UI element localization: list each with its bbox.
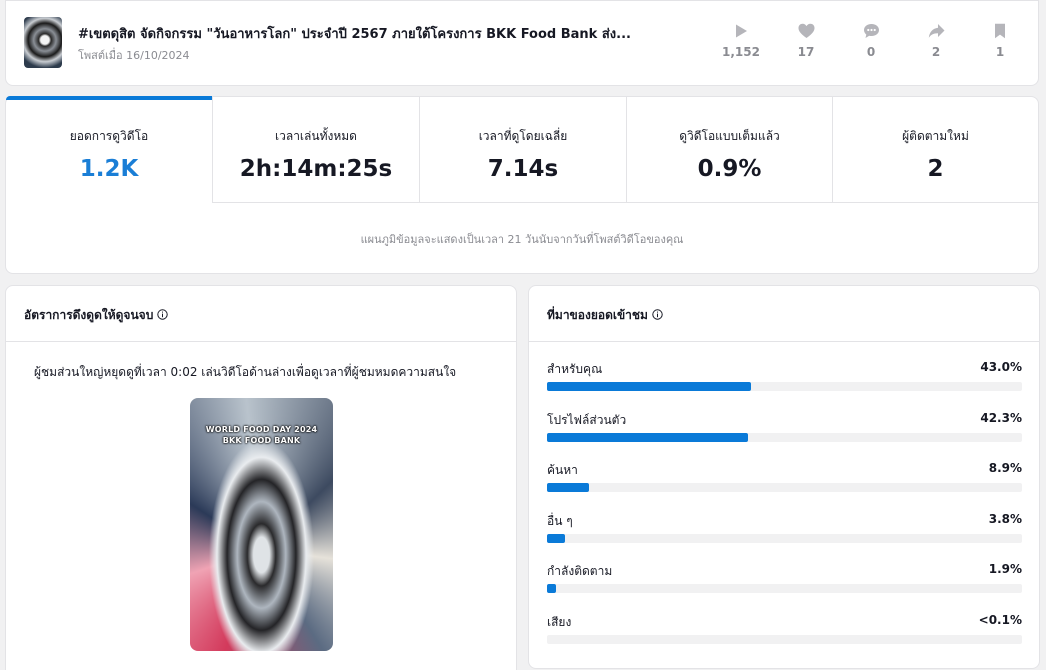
metrics-card: ยอดการดูวิดีโอ 1.2K เวลาเล่นทั้งหมด 2h:1… [5, 96, 1039, 274]
metric-value: 2h:14m:25s [239, 156, 393, 182]
metric-value: 2 [927, 156, 944, 182]
info-icon[interactable] [157, 309, 169, 320]
heart-icon [798, 23, 814, 38]
traffic-source-name: กำลังติดตาม [547, 564, 613, 578]
traffic-sources-card: ที่มาของยอดเข้าชม สำหรับคุณ 43.0% โปรไฟล์ส… [528, 285, 1040, 669]
video-header-card: #เขตดุสิต จัดกิจกรรม "วันอาหารโลก" ประจำ… [5, 0, 1039, 86]
video-overlay-line-1: WORLD FOOD DAY 2024 [205, 425, 318, 434]
traffic-source-bar-fill [547, 432, 748, 442]
traffic-source-bar-track [547, 634, 1022, 644]
divider [529, 341, 1039, 342]
traffic-source-percent: 42.3% [980, 410, 1022, 425]
traffic-source-percent: 3.8% [988, 511, 1022, 526]
retention-title-row: อัตราการดึงดูดให้ดูจนจบ [24, 306, 169, 325]
traffic-source-name: สำหรับคุณ [547, 362, 603, 376]
retention-card: อัตราการดึงดูดให้ดูจนจบ ผู้ชมส่วนใหญ่หยุ… [5, 285, 517, 670]
traffic-source-percent: 1.9% [988, 562, 1022, 576]
traffic-source-bar-fill [547, 483, 589, 492]
traffic-source-bar-track [547, 483, 1022, 492]
traffic-source-bar-fill [547, 533, 565, 543]
traffic-title-row: ที่มาของยอดเข้าชม [547, 306, 663, 325]
comments-count: 0 [866, 45, 876, 59]
traffic-source-percent: 43.0% [980, 360, 1022, 374]
retention-description: ผู้ชมส่วนใหญ่หยุดดูที่เวลา 0:02 เล่นวิดี… [34, 365, 457, 379]
traffic-source-bar-fill [547, 584, 556, 593]
saves-stat: 1 [970, 23, 1030, 59]
traffic-source-percent: 8.9% [988, 461, 1022, 475]
traffic-source-name: โปรไฟล์ส่วนตัว [547, 412, 627, 427]
chart-data-note: แผนภูมิข้อมูลจะแสดงเป็นเวลา 21 วันนับจาก… [360, 233, 684, 246]
traffic-source-bar-track [547, 382, 1022, 391]
traffic-source-name: ค้นหา [547, 463, 578, 477]
metric-label: เวลาเล่นทั้งหมด [275, 129, 357, 143]
shares-count: 2 [931, 45, 941, 59]
saves-count: 1 [995, 45, 1005, 59]
traffic-source-name: อื่น ๆ [547, 513, 573, 528]
views-count: 1,152 [722, 45, 760, 59]
traffic-title: ที่มาของยอดเข้าชม [547, 308, 648, 322]
metric-tab-total-play-time[interactable]: เวลาเล่นทั้งหมด 2h:14m:25s [213, 97, 420, 203]
traffic-source-percent: <0.1% [978, 612, 1022, 627]
play-icon [736, 24, 747, 38]
active-tab-indicator [6, 96, 212, 100]
post-date: โพสต์เมื่อ 16/10/2024 [78, 49, 190, 62]
divider [6, 341, 516, 342]
metric-tab-new-followers[interactable]: ผู้ติดตามใหม่ 2 [833, 97, 1038, 203]
traffic-source-bar-fill [547, 382, 751, 391]
bookmark-icon [995, 23, 1005, 39]
traffic-source-bar-track [547, 432, 1022, 442]
comment-icon [863, 24, 879, 38]
likes-stat: 17 [776, 23, 836, 59]
traffic-source-bar-track [547, 533, 1022, 543]
metric-label: เวลาที่ดูโดยเฉลี่ย [478, 129, 568, 143]
metric-label: ยอดการดูวิดีโอ [69, 129, 149, 143]
video-overlay-text: WORLD FOOD DAY 2024 BKK FOOD BANK [190, 424, 333, 446]
video-title: #เขตดุสิต จัดกิจกรรม "วันอาหารโลก" ประจำ… [78, 27, 631, 42]
metric-value: 1.2K [79, 156, 139, 182]
metric-value: 0.9% [697, 156, 762, 182]
views-stat: 1,152 [711, 23, 771, 59]
likes-count: 17 [797, 45, 815, 59]
shares-stat: 2 [906, 23, 966, 59]
traffic-source-name: เสียง [547, 614, 572, 629]
metric-tab-views[interactable]: ยอดการดูวิดีโอ 1.2K [6, 96, 213, 203]
metric-label: ผู้ติดตามใหม่ [902, 129, 969, 143]
video-preview[interactable]: WORLD FOOD DAY 2024 BKK FOOD BANK [190, 398, 333, 651]
comments-stat: 0 [841, 23, 901, 59]
video-thumbnail[interactable] [24, 17, 62, 68]
share-icon [928, 24, 944, 38]
metric-label: ดูวิดีโอแบบเต็มแล้ว [679, 129, 780, 143]
metric-tab-average-watch-time[interactable]: เวลาที่ดูโดยเฉลี่ย 7.14s [420, 97, 627, 203]
info-icon[interactable] [652, 309, 663, 320]
metric-value: 7.14s [487, 156, 559, 182]
video-overlay-line-2: BKK FOOD BANK [222, 436, 301, 445]
retention-title: อัตราการดึงดูดให้ดูจนจบ [24, 308, 154, 322]
traffic-source-bar-track [547, 584, 1022, 593]
metric-tab-watched-full-video[interactable]: ดูวิดีโอแบบเต็มแล้ว 0.9% [627, 97, 833, 203]
